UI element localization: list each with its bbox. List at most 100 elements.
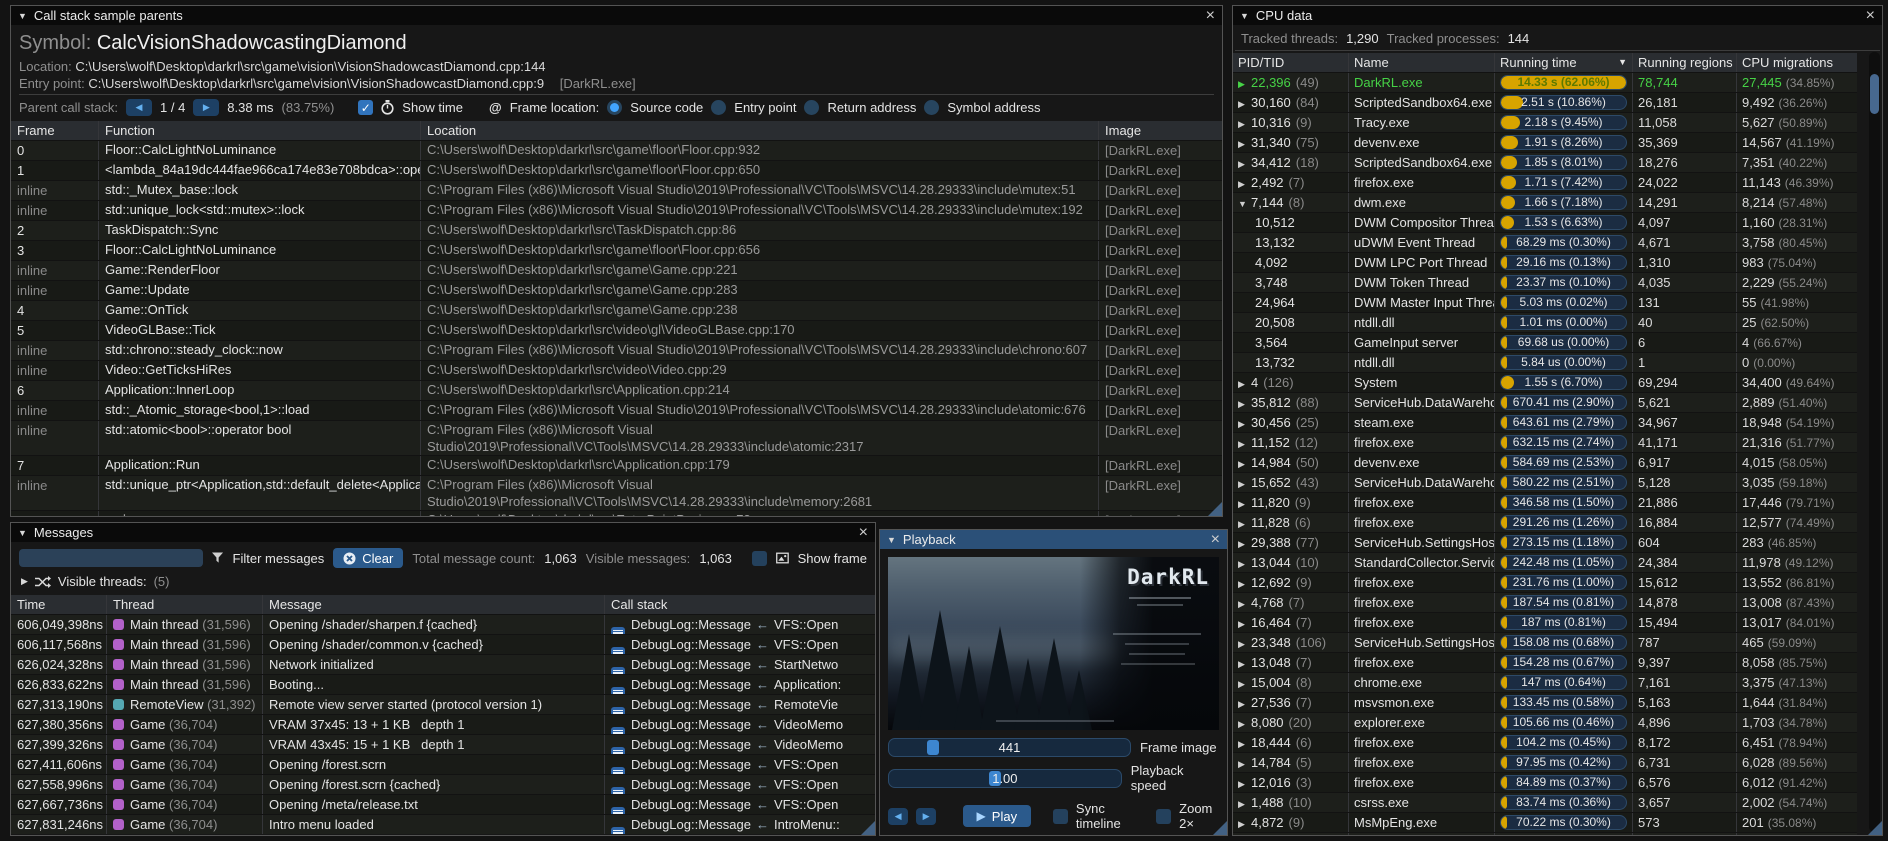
cpu-process-row[interactable]: ▶12,692(9)firefox.exe231.76 ms (1.00%)15… (1233, 572, 1857, 592)
expand-icon[interactable]: ▶ (1238, 655, 1251, 672)
cpu-process-row[interactable]: 13,132uDWM Event Thread68.29 ms (0.30%)4… (1233, 232, 1857, 252)
expand-icon[interactable]: ▶ (1238, 495, 1251, 512)
radio-symbol-address[interactable] (924, 100, 939, 115)
cpu-process-row[interactable]: ▶14,784(5)firefox.exe97.95 ms (0.42%)6,7… (1233, 752, 1857, 772)
col-running-regions[interactable]: Running regions (1633, 53, 1737, 72)
radio-source-code[interactable] (607, 100, 622, 115)
expand-icon[interactable]: ▶ (1238, 135, 1251, 152)
callstack-frame-row[interactable]: 2TaskDispatch::SyncC:\Users\wolf\Desktop… (11, 220, 1222, 240)
callstack-frame-row[interactable]: 1<lambda_84a19dc444fae966ca174e83e708bdc… (11, 160, 1222, 180)
cpu-process-row[interactable]: ▼7,144(8)dwm.exe1.66 s (7.18%)14,2918,21… (1233, 192, 1857, 212)
cpu-process-row[interactable]: ▶16,464(7)firefox.exe187 ms (0.81%)15,49… (1233, 612, 1857, 632)
radio-entry-point[interactable] (711, 100, 726, 115)
cpu-process-row[interactable]: ▶4(126)System1.55 s (6.70%)69,29434,400(… (1233, 372, 1857, 392)
expand-icon[interactable]: ▶ (1238, 475, 1251, 492)
close-icon[interactable]: × (859, 526, 868, 540)
cpu-process-row[interactable]: ▶11,152(12)firefox.exe632.15 ms (2.74%)4… (1233, 432, 1857, 452)
cpu-process-row[interactable]: 4,092DWM LPC Port Thread29.16 ms (0.13%)… (1233, 252, 1857, 272)
message-row[interactable]: 606,117,568nsMain thread (31,596)Opening… (11, 634, 875, 654)
callstack-list-icon[interactable] (611, 727, 625, 734)
col-cpu-migrations[interactable]: CPU migrations (1737, 53, 1857, 72)
col-message[interactable]: Message (263, 595, 605, 614)
callstack-frame-row[interactable]: 8mainC:\Users\wolf\Desktop\darkrl\src\En… (11, 510, 1222, 517)
cpu-process-row[interactable]: ▶8,080(20)explorer.exe105.66 ms (0.46%)4… (1233, 712, 1857, 732)
expand-icon[interactable]: ▶ (1238, 595, 1251, 612)
cpu-process-row[interactable]: ▶18,444(6)firefox.exe104.2 ms (0.45%)8,1… (1233, 732, 1857, 752)
cpu-process-row[interactable]: 13,732ntdll.dll5.84 us (0.00%)10(0.00%) (1233, 352, 1857, 372)
cpu-process-row[interactable]: ▶30,160(84)ScriptedSandbox64.exe2.51 s (… (1233, 92, 1857, 112)
cpu-process-row[interactable]: ▶10,316(9)Tracy.exe2.18 s (9.45%)11,0585… (1233, 112, 1857, 132)
cpu-process-row[interactable]: ▶12,016(3)firefox.exe84.89 ms (0.37%)6,5… (1233, 772, 1857, 792)
cpu-process-row[interactable]: ▶11,828(6)firefox.exe291.26 ms (1.26%)16… (1233, 512, 1857, 532)
callstack-list-icon[interactable] (611, 667, 625, 674)
collapse-icon[interactable]: ▼ (18, 11, 27, 21)
col-function[interactable]: Function (99, 121, 421, 140)
expand-icon[interactable]: ▶ (1238, 795, 1251, 812)
cpu-process-row[interactable]: ▶27,536(7)msvsmon.exe133.45 ms (0.58%)5,… (1233, 692, 1857, 712)
play-button[interactable]: ▶ Play (963, 805, 1031, 827)
resize-grip[interactable] (861, 821, 875, 835)
close-icon[interactable]: × (1866, 9, 1875, 23)
cpu-process-row[interactable]: ▶34,412(18)ScriptedSandbox64.exe1.85 s (… (1233, 152, 1857, 172)
resize-grip[interactable] (1868, 821, 1882, 835)
message-row[interactable]: 627,313,190nsRemoteView (31,392)Remote v… (11, 694, 875, 714)
expand-icon[interactable]: ▶ (1238, 155, 1251, 172)
col-time[interactable]: Time (11, 595, 107, 614)
expand-icon[interactable]: ▶ (1238, 375, 1251, 392)
expand-icon[interactable]: ▶ (1238, 415, 1251, 432)
expand-icon[interactable]: ▶ (1238, 835, 1251, 836)
expand-icon[interactable]: ▶ (1238, 175, 1251, 192)
expand-icon[interactable]: ▶ (1238, 635, 1251, 652)
callstack-frame-row[interactable]: inlineGame::RenderFloorC:\Users\wolf\Des… (11, 260, 1222, 280)
step-forward-button[interactable]: ▶ (916, 808, 936, 825)
message-row[interactable]: 626,024,328nsMain thread (31,596)Network… (11, 654, 875, 674)
collapse-icon[interactable]: ▼ (1240, 11, 1249, 21)
message-row[interactable]: 606,049,398nsMain thread (31,596)Opening… (11, 614, 875, 634)
callstack-frame-row[interactable]: 4Game::OnTickC:\Users\wolf\Desktop\darkr… (11, 300, 1222, 320)
cpu-process-row[interactable]: ▶11,820(9)firefox.exe346.58 ms (1.50%)21… (1233, 492, 1857, 512)
resize-grip[interactable] (1208, 502, 1222, 516)
cpu-process-row[interactable]: 3,564GameInput server69.68 us (0.00%)64(… (1233, 332, 1857, 352)
expand-icon[interactable]: ▶ (1238, 395, 1251, 412)
message-row[interactable]: 627,411,606nsGame (36,704)Opening /fores… (11, 754, 875, 774)
callstack-frame-row[interactable]: 6Application::InnerLoopC:\Users\wolf\Des… (11, 380, 1222, 400)
expand-icon[interactable]: ▶ (1238, 735, 1251, 752)
col-running-time[interactable]: Running time ▼ (1495, 53, 1633, 72)
callstack-frame-row[interactable]: inlinestd::unique_lock<std::mutex>::lock… (11, 200, 1222, 220)
show-time-checkbox[interactable]: ✓ (358, 100, 373, 115)
expand-icon[interactable]: ▶ (1238, 75, 1251, 92)
show-frame-checkbox[interactable] (752, 551, 767, 566)
visible-threads-row[interactable]: ▶ Visible threads: (5) (21, 574, 867, 589)
cpu-process-row[interactable]: ▶35,812(88)ServiceHub.DataWarehou670.41 … (1233, 392, 1857, 412)
callstack-list-icon[interactable] (611, 707, 625, 714)
callstack-frame-row[interactable]: inlinestd::unique_ptr<Application,std::d… (11, 475, 1222, 510)
cpu-process-row[interactable]: ▶22,396(49)DarkRL.exe14.33 s (62.06%)78,… (1233, 72, 1857, 92)
expand-icon[interactable]: ▶ (1238, 535, 1251, 552)
resize-grip[interactable] (1213, 821, 1227, 835)
expand-icon[interactable]: ▶ (1238, 615, 1251, 632)
expand-icon[interactable]: ▶ (1238, 435, 1251, 452)
cpu-process-row[interactable]: ▶4,872(9)MsMpEng.exe70.22 ms (0.30%)5732… (1233, 812, 1857, 832)
col-location[interactable]: Location (421, 121, 1099, 140)
callstack-frame-row[interactable]: 0Floor::CalcLightNoLuminanceC:\Users\wol… (11, 140, 1222, 160)
col-frame[interactable]: Frame (11, 121, 99, 140)
cpu-process-row[interactable]: 24,964DWM Master Input Thread5.03 ms (0.… (1233, 292, 1857, 312)
cpu-process-row[interactable]: 10,512DWM Compositor Thread1.53 s (6.63%… (1233, 212, 1857, 232)
cpu-process-row[interactable]: ▶27,696(17)Microsoft.ServiceHub.Co48.06 … (1233, 832, 1857, 836)
scrollbar-thumb[interactable] (1870, 74, 1879, 114)
cpu-process-row[interactable]: ▶23,348(106)ServiceHub.SettingsHost158.0… (1233, 632, 1857, 652)
callstack-frame-row[interactable]: 5VideoGLBase::TickC:\Users\wolf\Desktop\… (11, 320, 1222, 340)
expand-icon[interactable]: ▶ (1238, 675, 1251, 692)
callstack-frame-row[interactable]: 3Floor::CalcLightNoLuminanceC:\Users\wol… (11, 240, 1222, 260)
cpu-process-row[interactable]: 20,508ntdll.dll1.01 ms (0.00%)4025(62.50… (1233, 312, 1857, 332)
cpu-process-row[interactable]: ▶13,044(10)StandardCollector.Servic242.4… (1233, 552, 1857, 572)
sync-timeline-checkbox[interactable] (1053, 809, 1068, 824)
close-icon[interactable]: × (1211, 533, 1220, 547)
cpu-process-row[interactable]: 3,748DWM Token Thread23.37 ms (0.10%)4,0… (1233, 272, 1857, 292)
radio-return-address[interactable] (804, 100, 819, 115)
expand-icon[interactable]: ▶ (1238, 575, 1251, 592)
callstack-list-icon[interactable] (611, 767, 625, 774)
cpu-process-row[interactable]: ▶4,768(7)firefox.exe187.54 ms (0.81%)14,… (1233, 592, 1857, 612)
cpu-process-row[interactable]: ▶2,492(7)firefox.exe1.71 s (7.42%)24,022… (1233, 172, 1857, 192)
callstack-list-icon[interactable] (611, 747, 625, 754)
